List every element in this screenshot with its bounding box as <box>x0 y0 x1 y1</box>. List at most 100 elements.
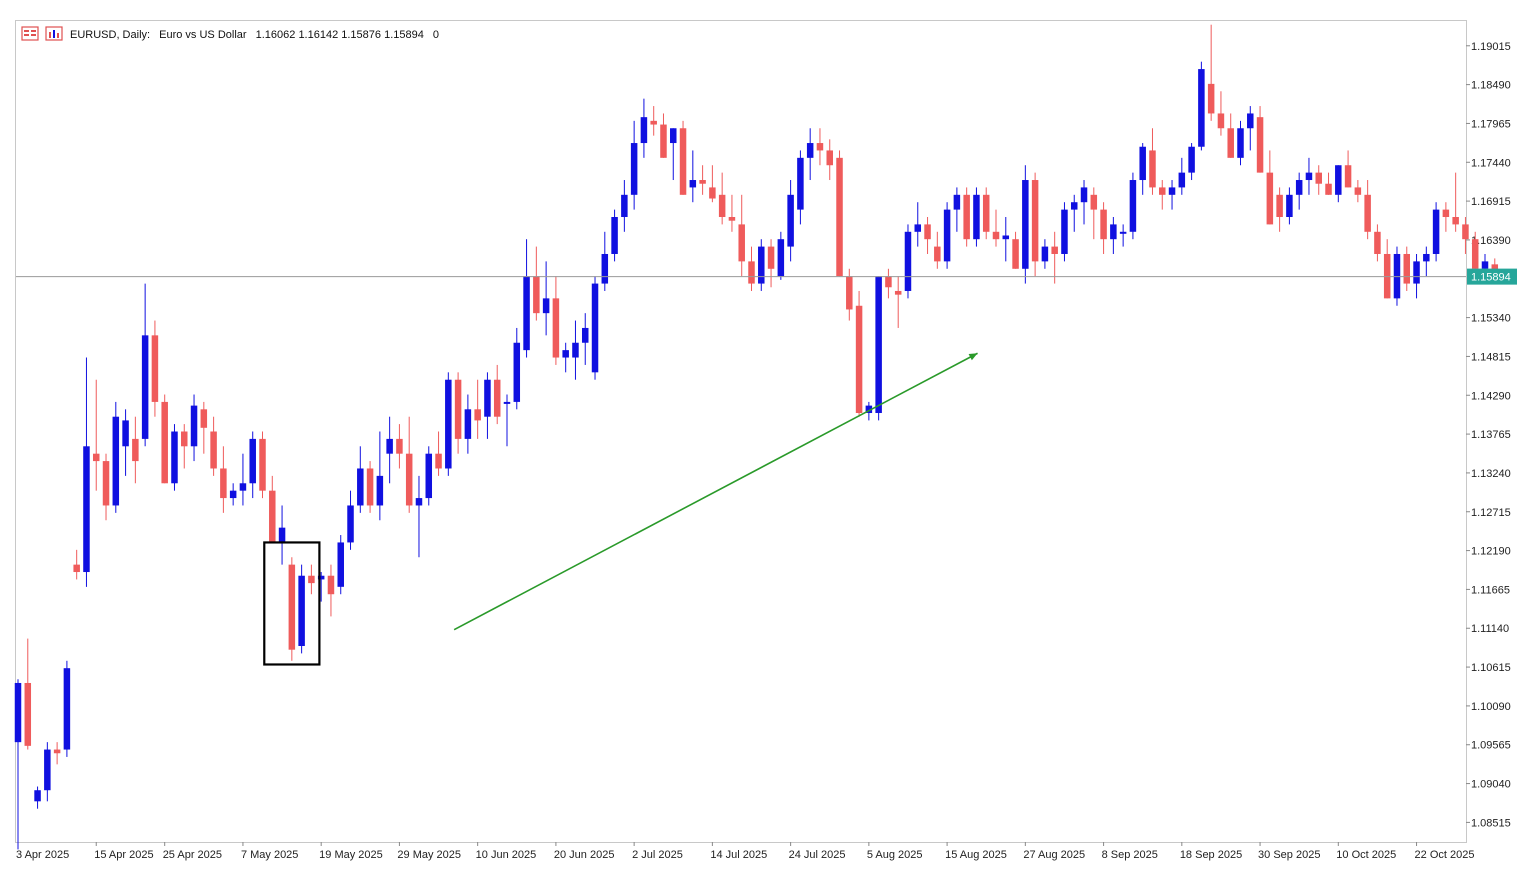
candle-body <box>660 124 667 158</box>
candle-body <box>1276 194 1283 218</box>
x-tick-label: 10 Jun 2025 <box>476 849 537 861</box>
candle-body <box>1198 69 1205 147</box>
candle-body <box>1119 231 1127 234</box>
svg-text:EURUSD, Daily: Euro vs U: EURUSD, Daily: Euro vs US Dollar 1.16062… <box>70 29 439 41</box>
candle-body <box>640 117 648 144</box>
candle-body <box>914 224 922 232</box>
candle-body <box>464 409 472 439</box>
candle-body <box>709 187 716 199</box>
x-tick-label: 14 Jul 2025 <box>710 849 767 861</box>
candle-body <box>1374 231 1381 254</box>
candle-body <box>1159 187 1166 195</box>
symbol-description: Euro vs US Dollar <box>159 29 247 41</box>
candle-body <box>1237 128 1244 158</box>
candle-body <box>963 194 970 240</box>
candle-body <box>102 461 110 506</box>
candle-body <box>542 298 550 314</box>
candle-body <box>181 431 188 447</box>
y-tick-label: 1.12715 <box>1471 507 1511 519</box>
volume-readout: 0 <box>433 29 439 41</box>
y-tick-label: 1.10615 <box>1471 662 1511 674</box>
price-chart[interactable]: EURUSD, Daily: Euro vs US Dollar 1.16062… <box>0 0 1528 886</box>
candle-body <box>572 342 579 358</box>
candle-body <box>1432 209 1440 254</box>
candle-body <box>562 350 569 358</box>
candle-body <box>650 120 657 125</box>
candle-body <box>699 180 706 184</box>
candle-body <box>1364 194 1371 232</box>
y-tick-label: 1.08515 <box>1471 817 1511 829</box>
y-tick-label: 1.17440 <box>1471 157 1511 169</box>
candle-body <box>63 668 71 750</box>
candle-body <box>581 327 589 343</box>
candle-body <box>1090 194 1098 210</box>
candle-body <box>1471 239 1479 269</box>
candle-body <box>630 143 638 195</box>
candle-body <box>523 276 530 351</box>
candle-body <box>229 490 237 499</box>
candle-body <box>738 224 745 262</box>
chart-menu-icon[interactable] <box>21 26 39 41</box>
candle-body <box>973 194 980 240</box>
chart-header: EURUSD, Daily: Euro vs US Dollar 1.16062… <box>21 26 439 41</box>
candle-body <box>1061 209 1068 254</box>
candle-body <box>14 682 22 743</box>
time-axis: 3 Apr 2025 15 Apr 2025 25 Apr 2025 7 May 20… <box>16 842 1474 861</box>
y-tick-label: 1.13240 <box>1471 468 1511 480</box>
candle-body <box>1080 187 1088 203</box>
candle-body <box>44 749 51 791</box>
candle-body <box>797 157 804 210</box>
candle-body <box>1188 146 1195 173</box>
y-tick-label: 1.18490 <box>1471 80 1511 92</box>
candle-body <box>767 246 775 269</box>
x-tick-label: 5 Aug 2025 <box>867 849 923 861</box>
candle-body <box>396 438 403 454</box>
candle-body <box>924 224 931 240</box>
candle-body <box>171 431 178 484</box>
candle-body <box>934 246 941 262</box>
candle-body <box>308 575 315 584</box>
y-tick-label: 1.10090 <box>1471 701 1511 713</box>
candle-body <box>327 575 335 595</box>
candle-body <box>132 438 139 462</box>
candle-body <box>552 298 560 358</box>
candle-body <box>1022 180 1029 269</box>
candle-body <box>1149 150 1156 188</box>
candle-body <box>73 564 80 573</box>
trend-arrow-line <box>453 352 978 631</box>
candle-body <box>1305 172 1313 181</box>
candle-body <box>806 143 814 158</box>
candle-body <box>826 150 833 166</box>
candle-body <box>493 379 501 417</box>
y-tick-label: 1.15340 <box>1471 313 1511 325</box>
candle-body <box>1217 113 1225 129</box>
y-tick-label: 1.09565 <box>1471 740 1511 752</box>
candle-body <box>728 217 736 221</box>
x-tick-label: 10 Oct 2025 <box>1336 849 1396 861</box>
candle-body <box>992 231 1000 240</box>
y-tick-label: 1.16915 <box>1471 196 1511 208</box>
candle-body <box>484 379 491 417</box>
candle-body <box>376 475 384 506</box>
candle-body <box>122 420 129 447</box>
indicator-icon[interactable] <box>45 26 63 41</box>
candle-body <box>1110 224 1117 240</box>
y-tick-label: 1.17965 <box>1471 118 1511 130</box>
candle-body <box>141 335 149 439</box>
candle-body <box>1207 83 1215 114</box>
x-tick-label: 27 Aug 2025 <box>1023 849 1085 861</box>
x-tick-label: 2 Jul 2025 <box>632 849 683 861</box>
candle-body <box>982 194 990 232</box>
candle-body <box>415 498 423 506</box>
candle-body <box>1178 172 1186 188</box>
candle-body <box>298 575 305 646</box>
candle-body <box>278 527 286 543</box>
candle-body <box>1344 165 1352 188</box>
candle-body <box>337 542 344 587</box>
candle-body <box>670 128 677 144</box>
candle-body <box>836 157 843 277</box>
x-tick-label: 15 Aug 2025 <box>945 849 1007 861</box>
symbol-label: EURUSD, Daily: <box>70 29 150 41</box>
candle-body <box>239 483 247 491</box>
x-tick-label: 20 Jun 2025 <box>554 849 615 861</box>
